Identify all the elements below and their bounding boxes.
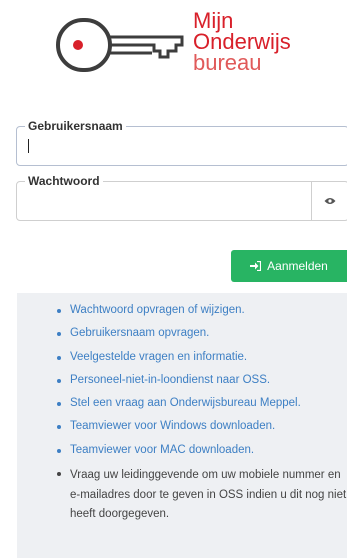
link-faq[interactable]: Veelgestelde vragen en informatie. <box>70 351 247 363</box>
help-links-panel: Wachtwoord opvragen of wijzigen. Gebruik… <box>17 293 347 558</box>
list-item: Teamviewer voor Windows downloaden. <box>17 419 347 434</box>
eye-icon <box>324 198 336 204</box>
login-button[interactable]: Aanmelden <box>231 250 347 282</box>
logo-line-bureau: bureau <box>193 50 262 75</box>
list-item: Gebruikersnaam opvragen. <box>17 326 347 341</box>
sign-in-icon <box>250 261 262 271</box>
list-item: Stel een vraag aan Onderwijsbureau Meppe… <box>17 396 347 411</box>
link-personnel-oss[interactable]: Personeel-niet-in-loondienst naar OSS. <box>70 374 270 386</box>
key-icon <box>56 18 184 72</box>
logo: Mijn Onderwijs bureau <box>0 0 347 98</box>
logo-line-onderwijs: Onderwijs <box>193 29 291 54</box>
show-password-toggle[interactable] <box>311 182 347 220</box>
login-button-label: Aanmelden <box>267 259 328 273</box>
list-item: Teamviewer voor MAC downloaden. <box>17 443 347 458</box>
text-cursor <box>28 139 29 153</box>
logo-line-mijn: Mijn <box>193 8 234 33</box>
list-item: Wachtwoord opvragen of wijzigen. <box>17 303 347 318</box>
help-links-list: Wachtwoord opvragen of wijzigen. Gebruik… <box>17 293 347 525</box>
info-note: Vraag uw leidinggevende om uw mobiele nu… <box>17 466 347 525</box>
link-ask-question[interactable]: Stel een vraag aan Onderwijsbureau Meppe… <box>70 397 301 409</box>
logo-wordmark: Mijn Onderwijs bureau <box>193 8 291 75</box>
username-label: Gebruikersnaam <box>25 119 126 133</box>
list-item: Personeel-niet-in-loondienst naar OSS. <box>17 373 347 388</box>
link-teamviewer-mac[interactable]: Teamviewer voor MAC downloaden. <box>70 444 254 456</box>
password-field[interactable]: Wachtwoord <box>16 174 347 221</box>
link-request-username[interactable]: Gebruikersnaam opvragen. <box>70 327 209 339</box>
link-teamviewer-windows[interactable]: Teamviewer voor Windows downloaden. <box>70 420 275 432</box>
link-change-password[interactable]: Wachtwoord opvragen of wijzigen. <box>70 304 245 316</box>
username-field[interactable]: Gebruikersnaam <box>16 119 347 166</box>
password-input[interactable] <box>21 188 305 214</box>
list-item: Veelgestelde vragen en informatie. <box>17 350 347 365</box>
password-label: Wachtwoord <box>25 174 103 188</box>
username-input[interactable] <box>21 133 305 159</box>
